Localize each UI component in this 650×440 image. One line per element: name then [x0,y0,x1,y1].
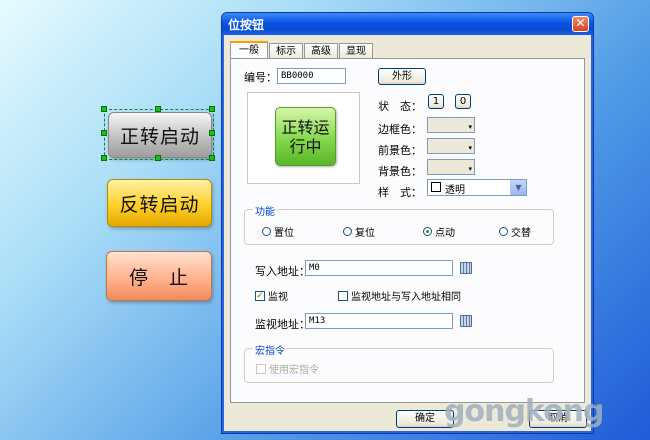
style-value: 透明 [445,185,465,196]
radio-momentary-label: 点动 [435,228,455,239]
resize-handle[interactable] [155,106,161,112]
resize-handle[interactable] [209,155,215,161]
chevron-down-icon[interactable]: ▼ [510,180,526,195]
checkbox-icon [338,290,348,301]
resize-handle[interactable] [101,106,107,112]
radio-momentary[interactable]: 点动 [423,224,455,239]
button-preview: 正转运行中 [247,92,360,184]
function-group: 功能 置位 复位 点动 交替 [244,203,554,245]
bg-color-label: 背景色： [378,165,422,178]
monitor-label: 监视 [268,292,288,303]
use-macro-checkbox[interactable]: 使用宏指令 [256,361,319,376]
dialog-title: 位按钮 [228,17,265,32]
close-icon[interactable]: ✕ [572,16,589,32]
address-keypad-icon[interactable] [460,315,472,327]
watermark-logo: gongkong [444,394,605,429]
dialog-titlebar[interactable]: 位按钮 [222,13,593,35]
dropdown-arrow-icon: ▾ [468,165,472,173]
reverse-start-button[interactable]: 反转启动 [107,179,212,227]
shape-button[interactable]: 外形 [378,68,426,85]
radio-reset-label: 复位 [355,228,375,239]
id-label: 编号： [244,71,277,84]
radio-toggle[interactable]: 交替 [499,224,531,239]
tab-label[interactable]: 标示 [269,43,303,59]
check-icon: ✓ [255,290,265,301]
function-group-title: 功能 [253,203,277,218]
macro-group-title: 宏指令 [253,342,287,357]
resize-handle[interactable] [209,106,215,112]
radio-set-label: 置位 [274,228,294,239]
id-input[interactable]: BB0000 [277,68,346,84]
same-address-checkbox[interactable]: 监视地址与写入地址相同 [338,288,461,303]
dropdown-arrow-icon: ▾ [468,144,472,152]
use-macro-label: 使用宏指令 [269,365,319,376]
style-swatch-icon [431,182,441,192]
preview-lamp: 正转运行中 [275,107,336,166]
radio-toggle-label: 交替 [511,228,531,239]
address-keypad-icon[interactable] [460,262,472,274]
monitor-address-input[interactable]: M13 [305,313,453,329]
state-0-button[interactable]: 0 [455,94,471,109]
style-label: 样 式： [378,186,422,199]
tab-bar: 一般 标示 高级 显现 [230,41,374,61]
resize-handle[interactable] [209,130,215,136]
macro-group: 宏指令 使用宏指令 [244,342,554,383]
radio-selected-icon [423,227,432,236]
monitor-address-label: 监视地址： [255,318,310,331]
style-select[interactable]: 透明 ▼ [427,179,527,196]
write-address-label: 写入地址： [255,265,310,278]
same-address-label: 监视地址与写入地址相同 [351,292,461,303]
border-color-picker[interactable]: ▾ [427,117,475,133]
monitor-checkbox[interactable]: ✓ 监视 [255,288,288,303]
radio-reset[interactable]: 复位 [343,224,375,239]
tab-advanced[interactable]: 高级 [304,43,338,59]
stop-button[interactable]: 停 止 [106,251,212,301]
radio-icon [262,227,271,236]
radio-icon [499,227,508,236]
radio-set[interactable]: 置位 [262,224,294,239]
state-1-button[interactable]: 1 [428,94,444,109]
border-color-label: 边框色： [378,123,422,136]
radio-icon [343,227,352,236]
preview-text: 正转运行中 [281,117,330,156]
selection-box [104,109,214,160]
checkbox-icon [256,363,266,374]
resize-handle[interactable] [155,155,161,161]
write-address-input[interactable]: M0 [305,260,453,276]
general-panel: 编号： BB0000 外形 正转运行中 状 态： 1 0 边框色： ▾ 前景色：… [230,58,585,403]
state-label: 状 态： [378,100,422,113]
fg-color-picker[interactable]: ▾ [427,138,475,154]
tab-visibility[interactable]: 显现 [339,43,373,59]
resize-handle[interactable] [101,130,107,136]
dropdown-arrow-icon: ▾ [468,123,472,131]
resize-handle[interactable] [101,155,107,161]
fg-color-label: 前景色： [378,144,422,157]
bit-button-dialog: 位按钮 ✕ 一般 标示 高级 显现 编号： BB0000 外形 正转运行中 状 … [221,12,594,434]
bg-color-picker[interactable]: ▾ [427,159,475,175]
